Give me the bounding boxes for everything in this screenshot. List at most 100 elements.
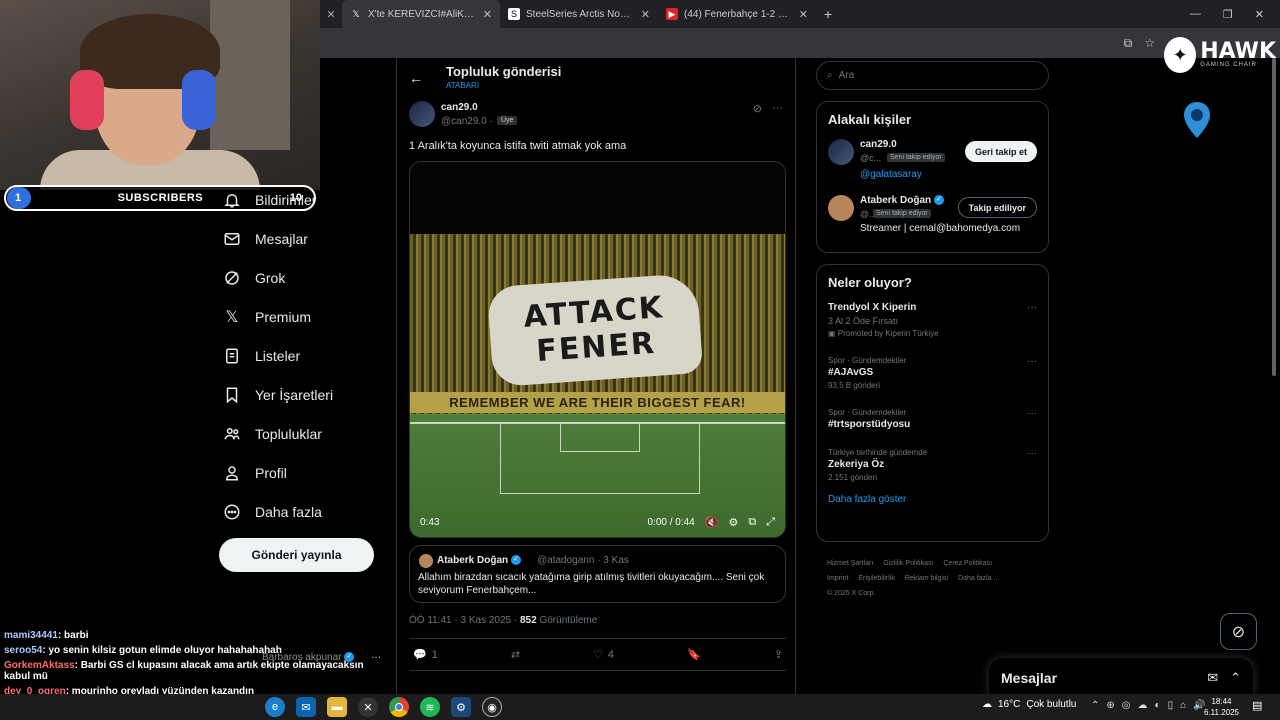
nav-item-grok[interactable]: Grok	[222, 258, 392, 297]
close-icon[interactable]: ✕	[799, 8, 808, 21]
tray-app-icon[interactable]: ◎	[1122, 700, 1131, 711]
obs-icon[interactable]: ◉	[482, 697, 502, 717]
nav-item-more[interactable]: Daha fazla	[222, 492, 392, 531]
trend-name: Zekeriya Öz	[828, 459, 885, 470]
browser-tab-x[interactable]: 𝕏 X'te KEREVİZCİ#AliKoçYuvaya: "... ✕	[342, 0, 500, 28]
footer-link[interactable]: Reklam bilgisi	[905, 575, 948, 582]
minimize-icon[interactable]: —	[1190, 8, 1201, 21]
new-message-icon[interactable]: ✉	[1207, 670, 1218, 686]
mute-icon[interactable]: 🔇	[705, 516, 719, 529]
network-icon[interactable]: ⌂	[1180, 700, 1186, 711]
trend-item[interactable]: Spor · Gündemdekiler #trtsporstüdyosu ··…	[817, 408, 1048, 430]
more-icon[interactable]: ···	[1027, 408, 1037, 419]
gear-icon[interactable]: ⚙	[728, 516, 738, 529]
messages-dock[interactable]: Mesajlar ✉ ⌃	[989, 658, 1253, 698]
chat-username: mami34441	[4, 630, 58, 641]
grok-icon[interactable]: ⊘	[753, 102, 762, 115]
nav-item-premium[interactable]: 𝕏 Premium	[222, 297, 392, 336]
like-button[interactable]: ♡ 4	[593, 648, 614, 662]
browser-tab-youtube[interactable]: ▶ (44) Fenerbahçe 1-2 Galatasaray... ✕	[658, 0, 816, 28]
trend-item[interactable]: Türkiye tarihinde gündemde Zekeriya Öz 2…	[817, 448, 1048, 482]
author-handle[interactable]: @can29.0 ·	[441, 116, 493, 127]
notification-icon[interactable]: ▤	[1252, 699, 1262, 712]
bookmark-button[interactable]: 🔖	[687, 648, 701, 661]
footer-link[interactable]: Erişilebilirlik	[858, 575, 895, 582]
back-arrow-icon[interactable]: ←	[409, 70, 423, 86]
star-icon[interactable]: ☆	[1144, 36, 1155, 51]
quoted-post[interactable]: Ataberk Doğan ✓ @atadogann · 3 Kas Allah…	[409, 545, 786, 603]
footer-links: Hizmet Şartları Gizlilik Politikası Çere…	[827, 556, 1047, 601]
more-icon[interactable]: ···	[371, 652, 381, 663]
close-icon[interactable]: ✕	[641, 8, 650, 21]
nav-item-communities[interactable]: Topluluklar	[222, 414, 392, 453]
video-player[interactable]: ATTACK FENER REMEMBER WE ARE THEIR BIGGE…	[409, 161, 786, 538]
reply-button[interactable]: 💬 1	[413, 648, 438, 662]
browser-tab-steelseries[interactable]: S SteelSeries Arctis Nova Pro Wir... ✕	[500, 0, 658, 28]
more-icon[interactable]: ···	[1027, 448, 1037, 459]
outlook-icon[interactable]: ✉	[296, 697, 316, 717]
footer-link[interactable]: Daha fazla ...	[958, 575, 999, 582]
person-name[interactable]: Ataberk Doğan ✓	[860, 195, 944, 206]
close-icon[interactable]: ✕	[320, 8, 342, 21]
footer-link[interactable]: Hizmet Şartları	[827, 560, 873, 567]
nav-item-profile[interactable]: Profil	[222, 453, 392, 492]
nav-item-messages[interactable]: Mesajlar	[222, 219, 392, 258]
chrome-icon[interactable]	[389, 697, 409, 717]
nav-item-bookmarks[interactable]: Yer İşaretleri	[222, 375, 392, 414]
tray-app-icon[interactable]: ⊕	[1106, 700, 1114, 711]
tray-app-icon[interactable]: ◐	[1155, 700, 1161, 711]
account-switcher[interactable]: Barbaros akpunar ✓ ···	[262, 652, 381, 663]
scrollbar[interactable]	[1272, 58, 1276, 376]
repost-button[interactable]: ⇄	[511, 648, 520, 661]
search-input[interactable]	[838, 70, 1029, 81]
footer-link[interactable]: Çerez Politikası	[943, 560, 992, 567]
more-icon[interactable]: ···	[772, 102, 783, 115]
usb-icon[interactable]: ▯	[1168, 700, 1174, 711]
community-name[interactable]: ATABARI	[446, 81, 479, 90]
close-window-icon[interactable]: ✕	[1255, 8, 1264, 21]
nav-item-lists[interactable]: Listeler	[222, 336, 392, 375]
footer-link[interactable]: Imprint	[827, 575, 848, 582]
following-button[interactable]: Takip ediliyor	[957, 197, 1037, 218]
tab-title: (44) Fenerbahçe 1-2 Galatasaray...	[684, 8, 793, 20]
share-button[interactable]: ⇪	[774, 648, 783, 661]
weather-widget[interactable]: ☁ 16°C Çok bulutlu	[982, 699, 1076, 710]
cast-icon[interactable]: ⧉	[1124, 36, 1133, 51]
person-bio-link[interactable]: @galatasaray	[860, 169, 922, 180]
tray-app-icon[interactable]: ☁	[1138, 700, 1148, 711]
nav-item-notifications[interactable]: Bildirimler	[222, 180, 392, 219]
search-box[interactable]: ⌕	[816, 61, 1049, 90]
pip-icon[interactable]: ⧉	[748, 516, 756, 529]
quote-author-name: Ataberk Doğan	[437, 555, 509, 566]
xbox-icon[interactable]: ✕	[358, 697, 378, 717]
follow-back-button[interactable]: Geri takip et	[964, 141, 1037, 162]
avatar[interactable]	[828, 139, 854, 165]
restore-icon[interactable]: ❐	[1223, 8, 1233, 21]
divider	[409, 670, 786, 671]
post-button[interactable]: Gönderi yayınla	[219, 538, 374, 572]
chevron-up-icon[interactable]: ⌃	[1230, 670, 1241, 686]
steam-icon[interactable]: ⚙	[451, 697, 471, 717]
grok-floating-button[interactable]: ⊘	[1220, 613, 1257, 650]
folder-icon[interactable]: ▬	[327, 697, 347, 717]
trend-item[interactable]: Spor · Gündemdekiler #AJAvGS 93,5 B gönd…	[817, 356, 1048, 390]
trend-item[interactable]: Trendyol X Kiperin 3 Al 2 Öde Fırsatı ▣ …	[817, 302, 1048, 338]
author-name[interactable]: can29.0	[441, 102, 478, 113]
avatar[interactable]	[828, 195, 854, 221]
spotify-icon[interactable]: ≋	[420, 697, 440, 717]
person-name[interactable]: can29.0	[860, 139, 897, 150]
edge-icon[interactable]: e	[265, 697, 285, 717]
footer-link[interactable]: Gizlilik Politikası	[883, 560, 933, 567]
fullscreen-icon[interactable]: ⤢	[766, 516, 775, 529]
show-more-link[interactable]: Daha fazla göster	[817, 494, 1048, 515]
more-icon[interactable]: ···	[1027, 302, 1037, 313]
taskbar-clock[interactable]: 18:44 6.11.2025	[1204, 696, 1239, 718]
avatar[interactable]	[409, 101, 435, 127]
new-tab-button[interactable]: +	[816, 6, 840, 22]
person-item[interactable]: Ataberk Doğan ✓ @... Seni takip ediyor S…	[817, 193, 1048, 249]
post-timestamp[interactable]: ÖÖ 11:41 · 3 Kas 2025 ·	[409, 615, 517, 626]
more-icon[interactable]: ···	[1027, 356, 1037, 367]
chevron-up-icon[interactable]: ⌃	[1091, 700, 1099, 711]
close-icon[interactable]: ✕	[483, 8, 492, 21]
person-item[interactable]: can29.0 @c... Seni takip ediyor @galatas…	[817, 137, 1048, 193]
